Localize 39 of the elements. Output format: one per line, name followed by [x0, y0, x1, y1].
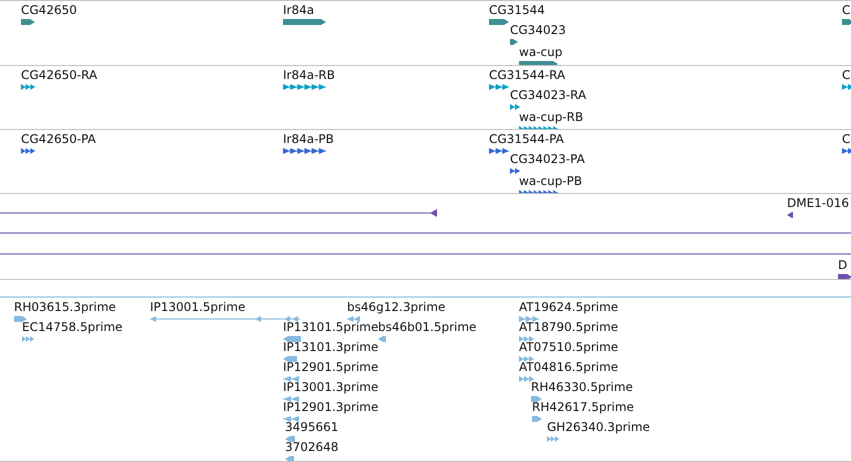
feature-label[interactable]: CG42650-RA	[21, 68, 98, 82]
feature-label[interactable]: 3702648	[285, 440, 338, 454]
feature-label[interactable]: RH42617.5prime	[532, 400, 634, 414]
feature-label[interactable]: CG31544-RA	[489, 68, 566, 82]
feature-label[interactable]: C	[842, 68, 850, 82]
feature-label[interactable]: AT19624.5prime	[519, 300, 618, 314]
feature-label[interactable]: AT04816.5prime	[519, 360, 618, 374]
feature-label[interactable]: IP13101.3prime	[283, 340, 378, 354]
feature-label[interactable]: C	[842, 132, 850, 146]
feature-label[interactable]: wa-cup-RB	[519, 110, 584, 124]
feature-label[interactable]: IP12901.3prime	[283, 400, 378, 414]
feature-label[interactable]: bs46b01.5prime	[378, 320, 476, 334]
feature-label[interactable]: D	[838, 258, 848, 272]
feature-label[interactable]: IP13001.3prime	[283, 380, 378, 394]
feature-label[interactable]: EC14758.5prime	[22, 320, 123, 334]
feature-label[interactable]: CG34023-RA	[510, 88, 586, 102]
feature-label[interactable]: 3495661	[285, 420, 338, 434]
feature-label[interactable]: Ir84a	[283, 3, 314, 17]
feature-label[interactable]: wa-cup-PB	[519, 174, 582, 188]
feature-label[interactable]: RH03615.3prime	[14, 300, 116, 314]
feature-label[interactable]: IP13101.5prime	[283, 320, 378, 334]
feature-label[interactable]: IP13001.5prime	[150, 300, 246, 314]
feature-label[interactable]: CG42650	[21, 3, 77, 17]
feature-label[interactable]: IP12901.5prime	[283, 360, 378, 374]
feature-label[interactable]: AT07510.5prime	[519, 340, 618, 354]
feature-label[interactable]: C	[842, 3, 850, 17]
feature-label[interactable]: CG34023	[510, 23, 566, 37]
feature-label[interactable]: RH46330.5prime	[531, 380, 633, 394]
feature-label[interactable]: Ir84a-PB	[283, 132, 334, 146]
feature-label[interactable]: CG31544-PA	[489, 132, 564, 146]
feature-label[interactable]: CG34023-PA	[510, 152, 585, 166]
feature-label[interactable]: GH26340.3prime	[547, 420, 650, 434]
feature-label[interactable]: CG31544	[489, 3, 545, 17]
feature-label[interactable]: Ir84a-RB	[283, 68, 335, 82]
feature-label[interactable]: DME1-016	[787, 196, 850, 210]
feature-label[interactable]: CG42650-PA	[21, 132, 96, 146]
feature-label[interactable]: bs46g12.3prime	[347, 300, 446, 314]
feature-label[interactable]: wa-cup	[519, 45, 562, 59]
feature-label[interactable]: AT18790.5prime	[519, 320, 618, 334]
